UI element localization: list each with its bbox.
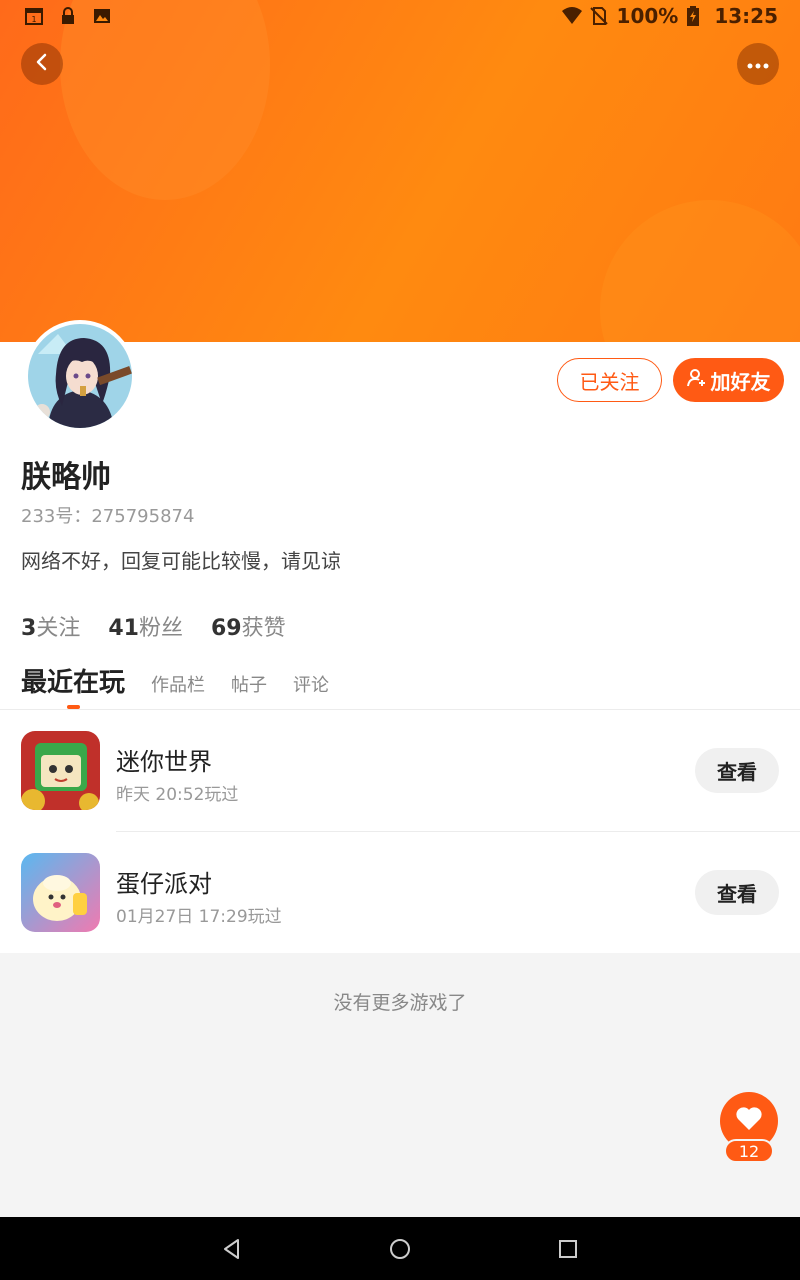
view-game-button[interactable]: 查看 bbox=[695, 870, 779, 915]
favorite-count-badge: 12 bbox=[724, 1139, 774, 1163]
game-icon bbox=[21, 853, 100, 932]
stat-fans[interactable]: 41粉丝 bbox=[108, 610, 183, 642]
game-name: 迷你世界 bbox=[116, 748, 212, 776]
battery-charging-icon bbox=[686, 6, 706, 26]
add-user-icon bbox=[686, 368, 707, 393]
lock-icon bbox=[58, 6, 78, 26]
game-played-time: 昨天 20:52玩过 bbox=[116, 785, 239, 805]
game-list-item[interactable]: 蛋仔派对 01月27日 17:29玩过 查看 bbox=[0, 832, 800, 954]
game-icon bbox=[21, 731, 100, 810]
stat-likes[interactable]: 69获赞 bbox=[211, 610, 286, 642]
likes-label: 获赞 bbox=[241, 616, 286, 641]
clock: 13:25 bbox=[714, 4, 778, 28]
tab-recently-played[interactable]: 最近在玩 bbox=[21, 662, 125, 699]
battery-percent: 100% bbox=[616, 4, 679, 28]
game-played-time: 01月27日 17:29玩过 bbox=[116, 907, 282, 927]
recents-square-icon[interactable] bbox=[554, 1235, 582, 1263]
user-id: 233号：275795874 bbox=[21, 506, 195, 527]
add-friend-label: 加好友 bbox=[710, 369, 771, 394]
wifi-icon bbox=[561, 6, 582, 26]
nickname: 朕略帅 bbox=[21, 460, 111, 495]
heart-icon bbox=[735, 1106, 763, 1136]
more-button[interactable] bbox=[737, 43, 779, 85]
calendar-icon: 1 bbox=[24, 6, 44, 26]
tab-comments[interactable]: 评论 bbox=[293, 671, 329, 697]
back-triangle-icon[interactable] bbox=[218, 1235, 246, 1263]
tab-posts[interactable]: 帖子 bbox=[231, 671, 267, 697]
image-icon bbox=[92, 6, 112, 26]
back-button[interactable] bbox=[21, 43, 63, 85]
banner-decoration bbox=[600, 200, 800, 342]
stats-row: 3关注 41粉丝 69获赞 bbox=[21, 610, 286, 642]
avatar[interactable] bbox=[24, 320, 136, 432]
game-name: 蛋仔派对 bbox=[116, 870, 212, 898]
tab-works[interactable]: 作品栏 bbox=[151, 671, 205, 697]
game-list-item[interactable]: 迷你世界 昨天 20:52玩过 查看 bbox=[0, 710, 800, 832]
svg-text:1: 1 bbox=[31, 15, 36, 24]
no-more-games-text: 没有更多游戏了 bbox=[333, 992, 467, 1014]
likes-count: 69 bbox=[210, 616, 242, 641]
stat-following[interactable]: 3关注 bbox=[21, 610, 80, 642]
profile-tabs: 最近在玩 作品栏 帖子 评论 bbox=[21, 662, 329, 699]
fans-count: 41 bbox=[108, 616, 139, 641]
fans-label: 粉丝 bbox=[138, 616, 183, 641]
home-circle-icon[interactable] bbox=[386, 1235, 414, 1263]
bio: 网络不好，回复可能比较慢，请见谅 bbox=[21, 549, 341, 573]
add-friend-button[interactable]: 加好友 bbox=[673, 358, 784, 402]
more-dots-icon bbox=[746, 55, 770, 74]
status-bar: 1 100% 13:25 bbox=[0, 0, 800, 34]
followed-button[interactable]: 已关注 bbox=[557, 358, 662, 402]
no-sim-icon bbox=[589, 6, 609, 26]
profile-banner bbox=[0, 0, 800, 342]
following-label: 关注 bbox=[36, 616, 81, 641]
system-nav-bar bbox=[0, 1217, 800, 1280]
view-game-button[interactable]: 查看 bbox=[695, 748, 779, 793]
chevron-left-icon bbox=[32, 52, 52, 76]
following-count: 3 bbox=[21, 616, 37, 641]
